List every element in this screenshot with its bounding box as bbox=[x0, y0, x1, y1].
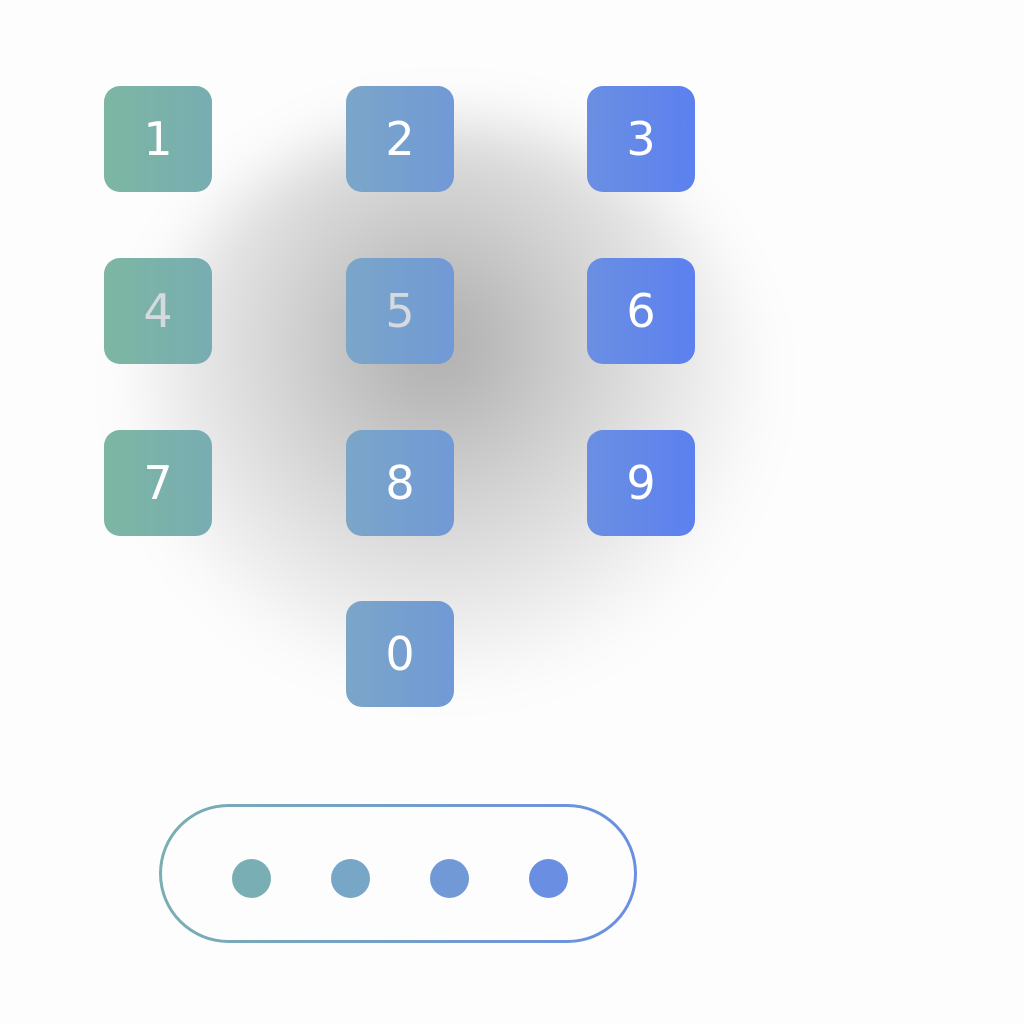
key-4[interactable]: 4 bbox=[104, 258, 212, 364]
pin-dot-3 bbox=[430, 859, 469, 898]
pin-dot-4 bbox=[529, 859, 568, 898]
key-7[interactable]: 7 bbox=[104, 430, 212, 536]
pin-display bbox=[159, 804, 637, 943]
pin-entry-screen: 1 2 3 4 5 6 7 8 9 0 bbox=[0, 0, 1024, 1024]
key-9[interactable]: 9 bbox=[587, 430, 695, 536]
key-3[interactable]: 3 bbox=[587, 86, 695, 192]
key-1[interactable]: 1 bbox=[104, 86, 212, 192]
key-0[interactable]: 0 bbox=[346, 601, 454, 707]
pin-dot-1 bbox=[232, 859, 271, 898]
key-2[interactable]: 2 bbox=[346, 86, 454, 192]
background-shadow bbox=[140, 120, 760, 680]
pin-dot-2 bbox=[331, 859, 370, 898]
key-8[interactable]: 8 bbox=[346, 430, 454, 536]
key-6[interactable]: 6 bbox=[587, 258, 695, 364]
key-5[interactable]: 5 bbox=[346, 258, 454, 364]
